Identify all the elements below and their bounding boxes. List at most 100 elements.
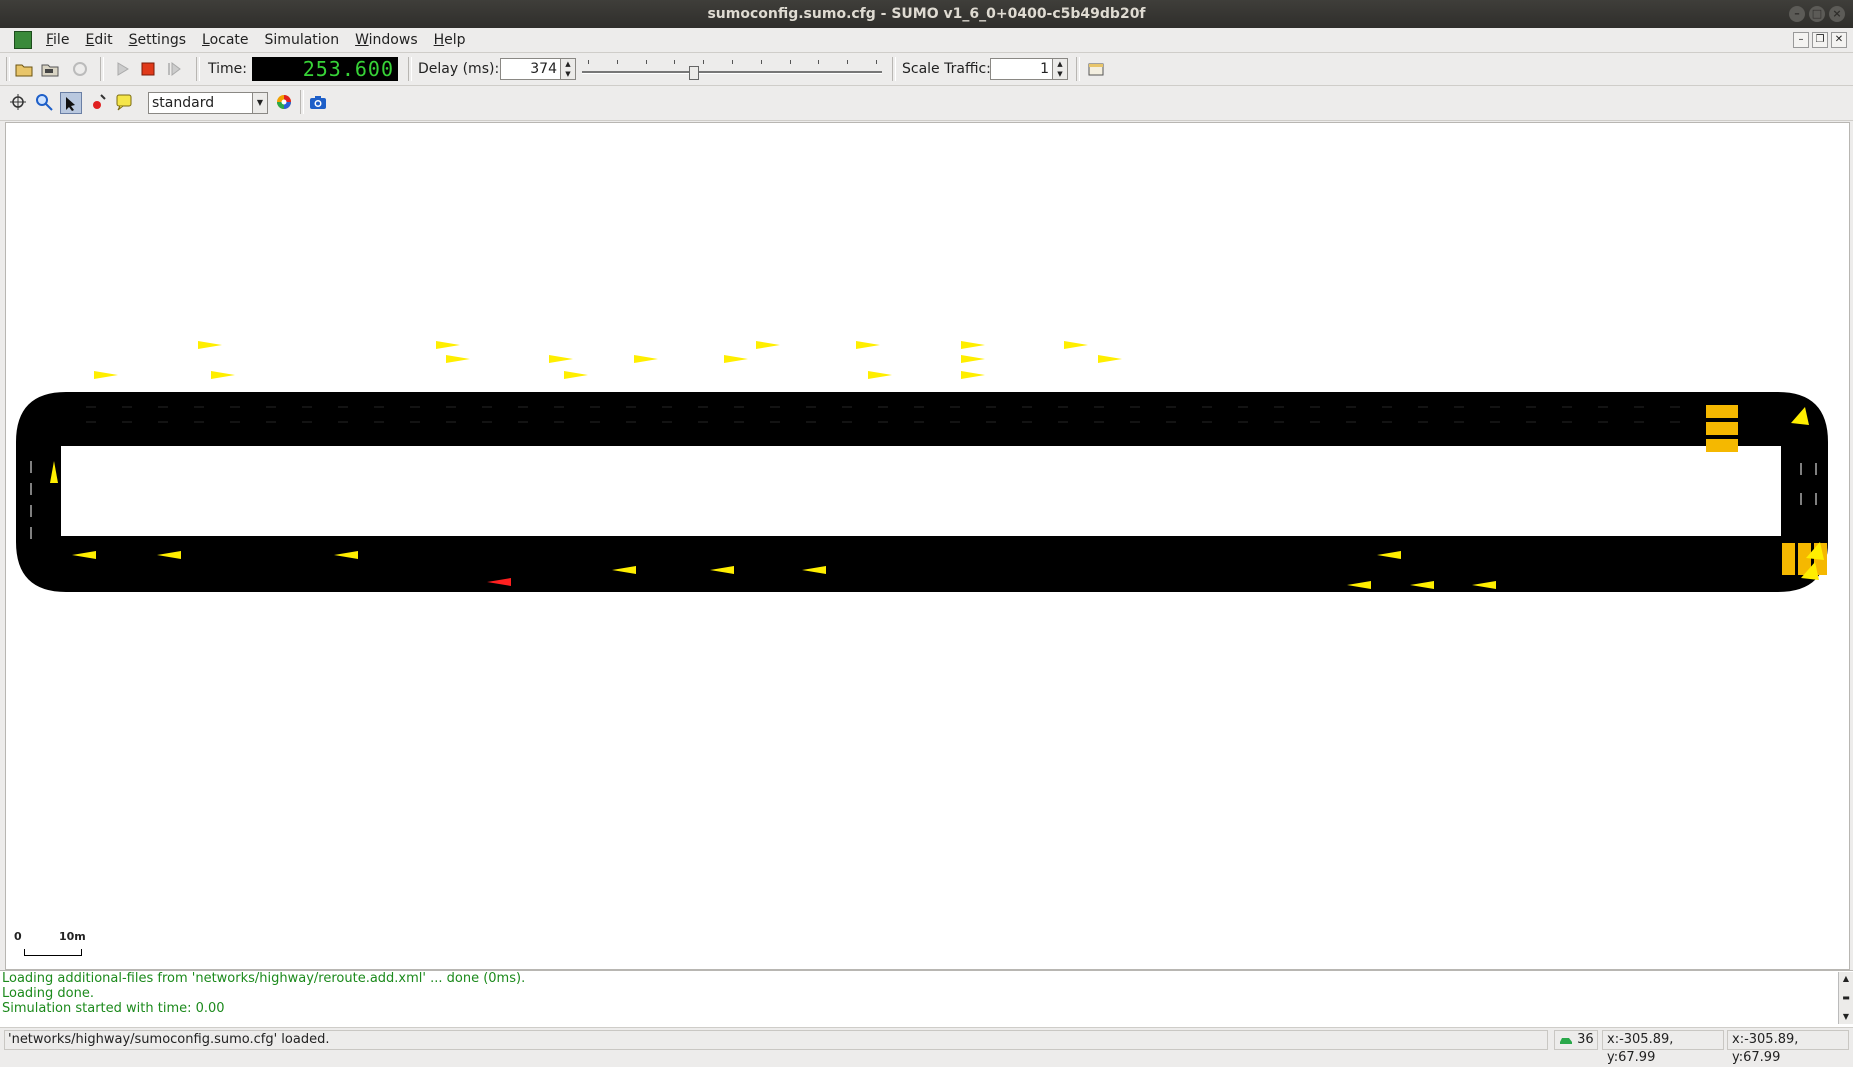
- log-line: Loading additional-files from 'networks/…: [2, 971, 526, 986]
- toolbar-separator: [300, 90, 304, 114]
- road-network: [16, 341, 1828, 592]
- spinner-arrows-icon[interactable]: ▲ ▼: [560, 59, 575, 79]
- menu-windows[interactable]: Windows: [347, 32, 426, 48]
- window-title: sumoconfig.sumo.cfg - SUMO v1_6_0+0400-c…: [707, 6, 1146, 22]
- menu-settings[interactable]: Settings: [121, 32, 194, 48]
- log-line: Loading done.: [2, 986, 94, 1001]
- car-icon: [1560, 1037, 1572, 1044]
- vehicle[interactable]: [724, 355, 748, 363]
- delay-value: 374: [530, 61, 557, 77]
- menu-help[interactable]: Help: [426, 32, 474, 48]
- tooltip-toggle-icon[interactable]: [114, 92, 134, 112]
- slider-thumb[interactable]: [689, 66, 700, 80]
- screenshot-camera-icon[interactable]: [308, 92, 328, 112]
- locate-junction-icon[interactable]: [88, 92, 108, 112]
- menu-file[interactable]: File: [38, 32, 77, 48]
- scale-traffic-value: 1: [1040, 61, 1049, 77]
- run-simulation-icon[interactable]: [112, 59, 132, 79]
- vehicle[interactable]: [549, 355, 573, 363]
- zoom-icon[interactable]: [34, 92, 54, 112]
- color-scheme-value: standard: [152, 95, 215, 111]
- open-network-icon[interactable]: [40, 59, 60, 79]
- menu-simulation[interactable]: Simulation: [257, 32, 348, 48]
- vehicle[interactable]: [198, 341, 222, 349]
- status-bar: 'networks/highway/sumoconfig.sumo.cfg' l…: [0, 1027, 1853, 1065]
- slider-tick: [847, 60, 849, 64]
- menu-bar: File Edit Settings Locate Simulation Win…: [0, 28, 1853, 53]
- message-log[interactable]: Loading additional-files from 'networks/…: [0, 970, 1853, 1027]
- reload-icon[interactable]: [70, 59, 90, 79]
- menu-locate[interactable]: Locate: [194, 32, 257, 48]
- vehicle[interactable]: [961, 341, 985, 349]
- minimize-window-button[interactable]: –: [1789, 6, 1805, 22]
- simulation-time-display[interactable]: 253.600: [252, 57, 398, 81]
- cursor-geo-coords-cell: x:-305.89, y:67.99: [1727, 1030, 1849, 1065]
- slider-tick: [703, 60, 705, 64]
- vehicle-count: 36: [1577, 1032, 1594, 1047]
- vehicle[interactable]: [564, 371, 588, 379]
- vehicle[interactable]: [756, 341, 780, 349]
- delay-spinner[interactable]: 374 ▲ ▼: [500, 58, 576, 80]
- chevron-down-icon[interactable]: ▼: [252, 93, 267, 113]
- vehicle[interactable]: [634, 355, 658, 363]
- vehicle[interactable]: [1098, 355, 1122, 363]
- vehicle[interactable]: [868, 371, 892, 379]
- vehicle[interactable]: [436, 341, 460, 349]
- mdi-close-button[interactable]: ✕: [1831, 32, 1847, 48]
- close-window-button[interactable]: ×: [1829, 6, 1845, 22]
- scroll-mid-icon[interactable]: ▬: [1841, 993, 1851, 1003]
- scale-length-label: 10m: [59, 930, 86, 943]
- time-label: Time:: [208, 61, 247, 77]
- slider-tick: [876, 60, 877, 64]
- scroll-down-icon[interactable]: ▼: [1841, 1012, 1851, 1022]
- vehicle[interactable]: [961, 371, 985, 379]
- cursor-coords-cell: x:-305.89, y:67.99: [1602, 1030, 1724, 1065]
- toolbar-separator: [1076, 57, 1080, 81]
- slider-tick: [645, 60, 647, 64]
- scroll-up-icon[interactable]: ▲: [1841, 974, 1851, 984]
- slider-tick: [674, 60, 676, 64]
- mdi-minimize-button[interactable]: –: [1793, 32, 1809, 48]
- log-line: Simulation started with time: 0.00: [2, 1001, 225, 1016]
- new-view-icon[interactable]: [1086, 59, 1106, 79]
- toolbar-separator: [196, 57, 200, 81]
- slider-tick: [789, 60, 791, 64]
- stop-simulation-icon[interactable]: [138, 59, 158, 79]
- vehicle[interactable]: [1064, 341, 1088, 349]
- mdi-restore-button[interactable]: ❐: [1812, 32, 1828, 48]
- scale-traffic-spinner[interactable]: 1 ▲ ▼: [990, 58, 1068, 80]
- color-scheme-select[interactable]: standard ▼: [148, 92, 268, 114]
- status-message: 'networks/highway/sumoconfig.sumo.cfg' l…: [4, 1030, 1548, 1050]
- delay-label: Delay (ms):: [418, 61, 500, 77]
- slider-tick: [616, 60, 618, 64]
- sumo-app-icon: [14, 31, 32, 49]
- vehicle[interactable]: [211, 371, 235, 379]
- view-toolbar: standard ▼: [0, 86, 1853, 121]
- scale-traffic-label: Scale Traffic:: [902, 61, 991, 77]
- select-mode-icon[interactable]: [60, 92, 82, 114]
- vehicle[interactable]: [856, 341, 880, 349]
- vehicle[interactable]: [961, 355, 985, 363]
- menu-edit[interactable]: Edit: [77, 32, 120, 48]
- vehicle[interactable]: [94, 371, 118, 379]
- delay-slider[interactable]: [582, 59, 882, 81]
- vehicle[interactable]: [446, 355, 470, 363]
- vehicle-count-cell: 36: [1554, 1030, 1598, 1050]
- slider-tick: [588, 60, 589, 64]
- log-scrollbar[interactable]: ▲ ▬ ▼: [1838, 972, 1853, 1024]
- toolbar-separator: [408, 57, 412, 81]
- slider-tick: [760, 60, 762, 64]
- scale-zero-label: 0: [14, 930, 22, 943]
- recenter-view-icon[interactable]: [8, 92, 28, 112]
- spinner-arrows-icon[interactable]: ▲ ▼: [1052, 59, 1067, 79]
- scale-bar: [24, 949, 82, 956]
- toolbar-separator: [892, 57, 896, 81]
- edit-coloring-icon[interactable]: [274, 92, 294, 112]
- slider-tick: [818, 60, 820, 64]
- maximize-window-button[interactable]: □: [1809, 6, 1825, 22]
- toolbar-separator: [100, 57, 104, 81]
- simulation-toolbar: Time: 253.600 Delay (ms): 374 ▲ ▼ Scale T…: [0, 53, 1853, 86]
- simulation-canvas[interactable]: 0 10m: [5, 122, 1850, 970]
- step-simulation-icon[interactable]: [164, 59, 184, 79]
- open-simulation-icon[interactable]: [14, 59, 34, 79]
